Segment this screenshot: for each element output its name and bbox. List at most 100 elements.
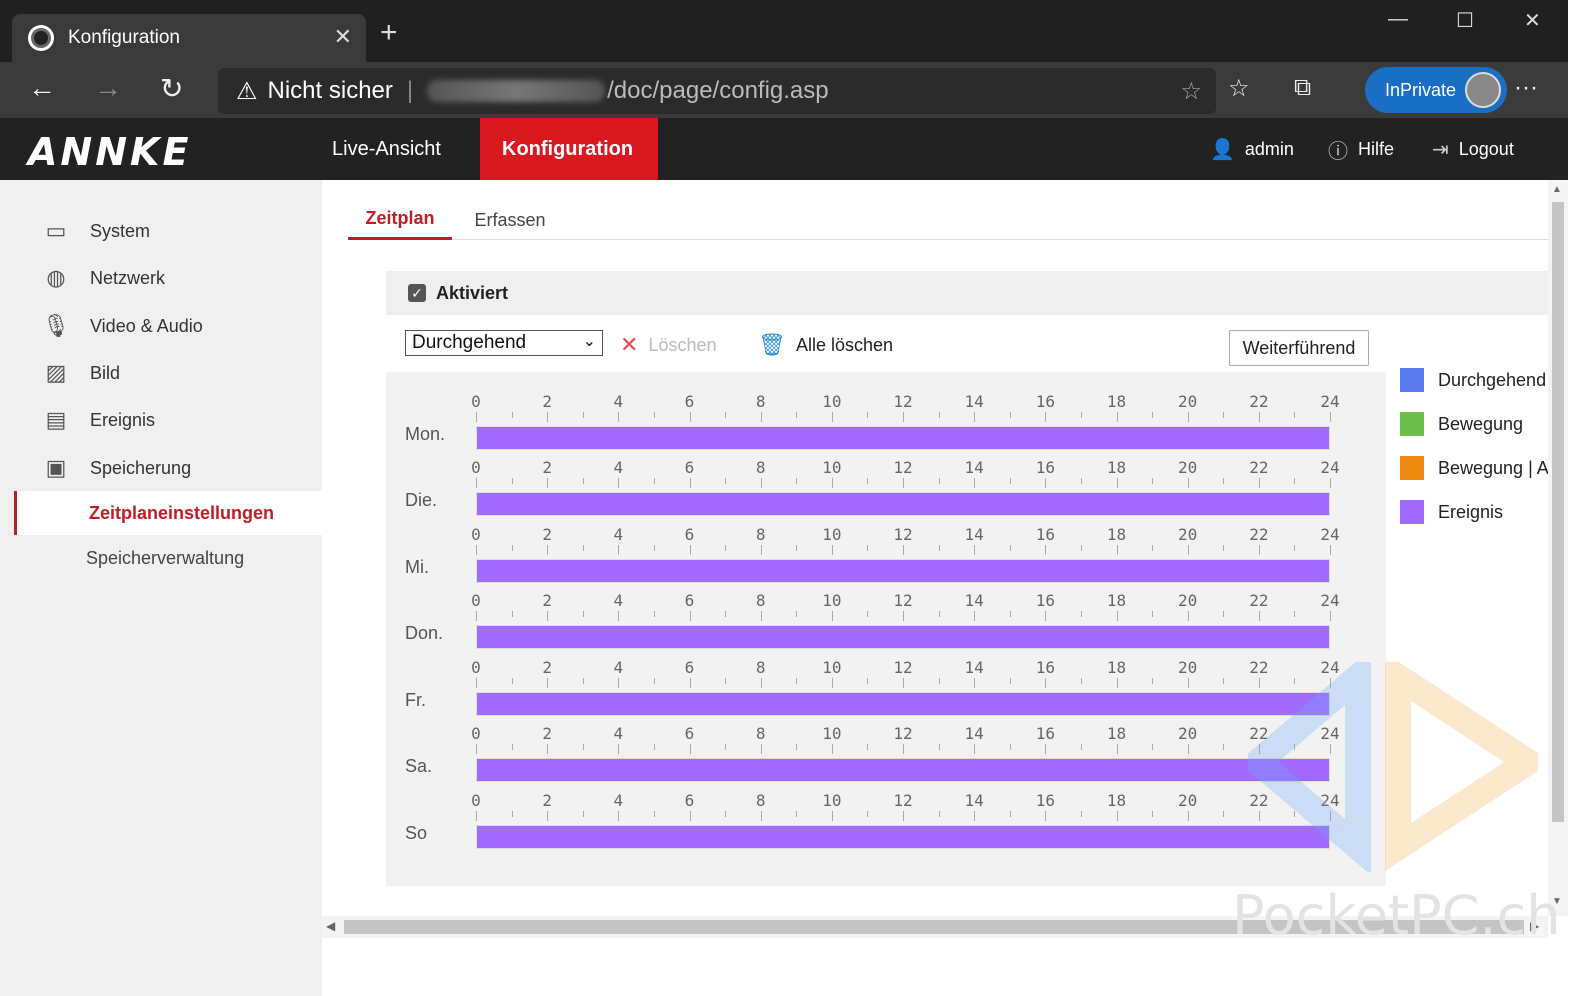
schedule-bar[interactable] (476, 426, 1330, 450)
hour-label: 16 (1035, 658, 1055, 677)
legend-item[interactable]: Durchgehend (1400, 368, 1546, 392)
tick-mark (1330, 611, 1331, 621)
nav-live-view[interactable]: Live-Ansicht (310, 118, 463, 180)
sidebar-item-event[interactable]: ▤ Ereignis (42, 402, 155, 438)
inprivate-button[interactable]: InPrivate (1365, 67, 1507, 113)
sidebar-item-network[interactable]: ◍ Netzwerk (42, 260, 165, 296)
tick-mark (903, 412, 904, 422)
tick-mark (618, 811, 620, 821)
vertical-scrollbar[interactable]: ▲ ▼ (1548, 180, 1568, 916)
tick-mark (476, 478, 477, 488)
tick-mark (760, 478, 762, 488)
hour-label: 18 (1106, 458, 1127, 477)
sidebar-item-image[interactable]: ▨ Bild (42, 355, 120, 391)
tab-schedule[interactable]: Zeitplan (348, 200, 452, 240)
hour-label: 22 (1249, 392, 1269, 411)
forward-icon[interactable]: → (94, 72, 122, 104)
tab-close-icon[interactable]: ✕ (334, 24, 352, 50)
legend-item[interactable]: Bewegung | A (1400, 456, 1549, 480)
hour-label: 8 (755, 392, 766, 411)
hour-label: 14 (964, 458, 984, 477)
schedule-bar[interactable] (476, 625, 1330, 649)
scroll-left-icon[interactable]: ◀ (326, 919, 335, 933)
user-menu[interactable]: 👤 admin (1210, 118, 1294, 180)
hour-label: 18 (1106, 724, 1127, 743)
schedule-bar[interactable] (476, 758, 1330, 782)
microphone-icon: 🎙 (42, 313, 70, 338)
tick-mark (618, 611, 620, 621)
delete-button[interactable]: ✕ Löschen (620, 332, 717, 358)
enabled-checkbox[interactable]: ✓ (408, 284, 426, 302)
sidebar-item-label: Video & Audio (90, 315, 203, 336)
schedule-bar[interactable] (476, 492, 1330, 516)
nav-configuration[interactable]: Konfiguration (480, 118, 658, 180)
reload-icon[interactable]: ↻ (160, 72, 183, 105)
sidebar-item-system[interactable]: ▭ System (42, 213, 150, 249)
schedule-row: Mon. 0 2 4 6 8 10 12 14 16 18 20 22 24 (386, 392, 1386, 452)
tick-mark (974, 478, 976, 488)
help-link[interactable]: ⓘ Hilfe (1328, 118, 1394, 180)
hour-label: 18 (1106, 525, 1127, 544)
watermark-text: PocketPC.ch (1232, 884, 1561, 947)
favorites-icon[interactable]: ☆ (1228, 74, 1250, 103)
sidebar-item-label: Bild (90, 362, 121, 383)
maximize-icon[interactable]: ☐ (1456, 8, 1474, 33)
day-label: Die. (405, 490, 438, 510)
user-name: admin (1244, 138, 1294, 159)
tick-mark (1009, 545, 1011, 551)
legend-item[interactable]: Bewegung (1400, 412, 1523, 436)
window-close-icon[interactable]: ✕ (1524, 8, 1541, 33)
delete-all-button[interactable]: 🗑 Alle löschen (758, 332, 893, 358)
hour-label: 14 (964, 525, 984, 544)
schedule-bar[interactable] (476, 559, 1330, 583)
hour-label: 8 (755, 525, 766, 544)
hour-label: 14 (964, 591, 984, 610)
tick-mark (547, 811, 549, 821)
minimize-icon[interactable]: — (1388, 8, 1408, 31)
tick-mark (796, 412, 798, 418)
advanced-button[interactable]: Weiterführend (1229, 330, 1369, 366)
legend-swatch (1400, 368, 1424, 392)
favorite-star-icon[interactable]: ☆ (1180, 77, 1202, 106)
tick-mark (1187, 478, 1189, 488)
schedule-bar[interactable] (476, 825, 1330, 849)
tick-mark (689, 545, 691, 555)
collections-icon[interactable]: ⧉ (1294, 74, 1311, 102)
browser-tab[interactable]: Konfiguration ✕ (12, 14, 366, 62)
tick-mark (1223, 545, 1225, 551)
new-tab-icon[interactable]: + (380, 16, 398, 50)
tab-capture[interactable]: Erfassen (458, 200, 562, 240)
vertical-scroll-thumb[interactable] (1552, 202, 1564, 822)
tick-mark (796, 545, 798, 551)
more-menu-icon[interactable]: ··· (1514, 74, 1538, 102)
tick-mark (903, 611, 904, 621)
hour-label: 0 (471, 392, 481, 411)
tick-mark (867, 545, 869, 551)
mode-select[interactable]: Durchgehend ⌄ (405, 330, 603, 356)
schedule-bar[interactable] (476, 692, 1330, 716)
url-field[interactable]: ⚠ Nicht sicher | /doc/page/config.asp ☆ (218, 68, 1216, 114)
tick-mark (582, 545, 584, 551)
hour-ticks (476, 678, 1331, 688)
hour-label: 18 (1106, 392, 1127, 411)
sidebar-subitem-schedule-settings[interactable]: Zeitplaneinstellungen (14, 491, 322, 535)
hour-label: 12 (893, 591, 913, 610)
app-header: ANNKE Live-Ansicht Konfiguration 👤 admin… (0, 118, 1590, 180)
sidebar-subitem-storage-management[interactable]: Speicherverwaltung (14, 536, 322, 580)
back-icon[interactable]: ← (28, 72, 56, 104)
sidebar-item-video-audio[interactable]: 🎙 Video & Audio (42, 308, 203, 344)
security-label: Nicht sicher (267, 77, 393, 104)
tick-mark (796, 811, 798, 817)
sidebar-item-storage[interactable]: ▣ Speicherung (42, 450, 191, 486)
delete-label: Löschen (648, 334, 717, 355)
legend-item[interactable]: Ereignis (1400, 500, 1503, 524)
tick-mark (1152, 811, 1154, 817)
logout-link[interactable]: ⇥ Logout (1432, 118, 1514, 180)
scroll-up-icon[interactable]: ▲ (1552, 184, 1562, 195)
tick-mark (653, 545, 655, 551)
sidebar-item-label: Speicherung (90, 457, 192, 478)
browser-tabbar: Konfiguration ✕ + — ☐ ✕ (0, 0, 1590, 62)
hour-label: 20 (1178, 791, 1198, 810)
tick-mark (1045, 678, 1047, 688)
tick-mark (582, 678, 584, 684)
